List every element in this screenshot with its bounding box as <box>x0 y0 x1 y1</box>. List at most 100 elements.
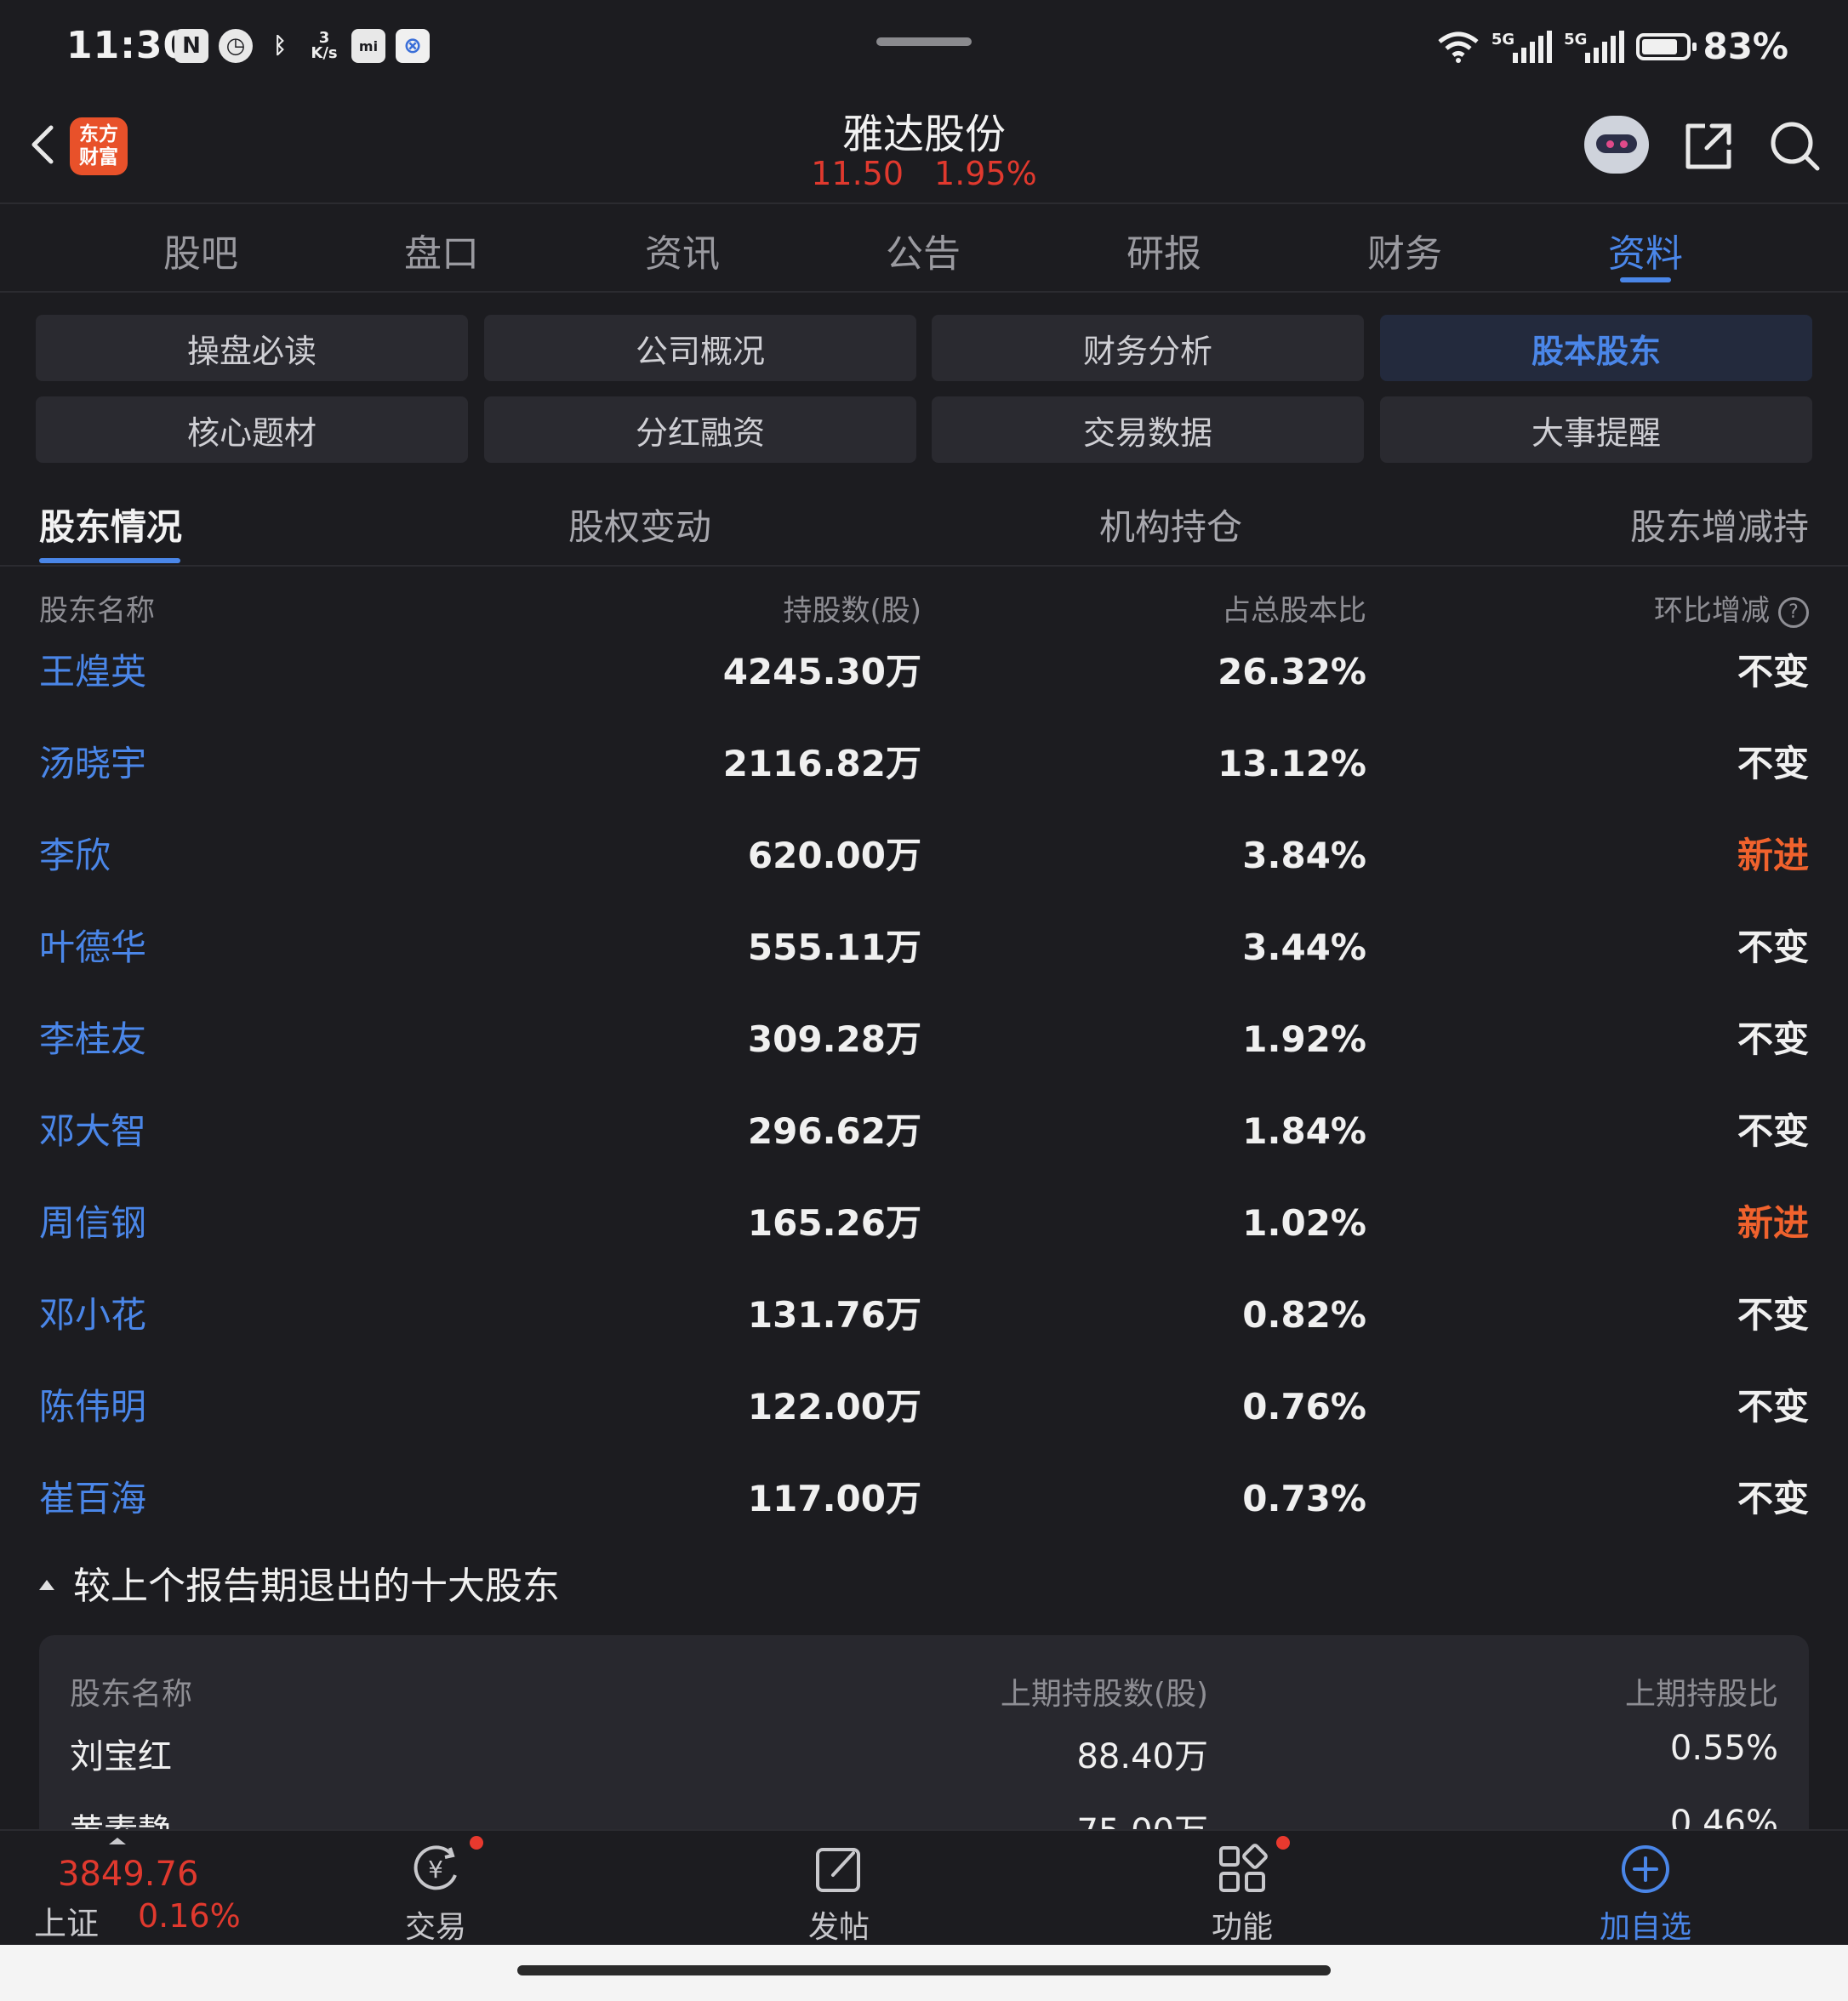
change-status: 新进 <box>1737 1202 1809 1244</box>
mi-icon: mi <box>351 29 385 63</box>
shares-value: 309.28万 <box>747 1018 921 1060</box>
shares-value: 620.00万 <box>747 835 921 876</box>
tab-guba[interactable]: 股吧 <box>116 223 286 277</box>
shareholder-name[interactable]: 邓小花 <box>39 1290 146 1341</box>
table-row[interactable]: 汤晓宇 2116.82万 13.12% 不变 <box>0 738 1848 830</box>
shares-value: 122.00万 <box>747 1386 921 1428</box>
tab-pankou[interactable]: 盘口 <box>356 223 527 277</box>
nav-functions[interactable]: 功能 <box>1157 1831 1327 1947</box>
help-icon[interactable]: ? <box>1778 596 1809 628</box>
shareholder-name[interactable]: 陈伟明 <box>39 1382 146 1433</box>
shares-value: 4245.30万 <box>722 651 921 693</box>
ratio-value: 26.32% <box>1218 651 1366 693</box>
stock-name: 雅达股份 <box>841 111 1006 158</box>
tab-news[interactable]: 资讯 <box>597 223 767 277</box>
battery-icon <box>1636 32 1697 60</box>
change-status: 不变 <box>1737 743 1809 784</box>
battery-percent: 83% <box>1703 26 1788 67</box>
ratio-value: 0.73% <box>1242 1478 1366 1519</box>
shareholder-name[interactable]: 王煌英 <box>39 647 146 698</box>
section-tab-indicator <box>39 558 180 563</box>
col-header-change: 环比增减? <box>1654 587 1809 629</box>
shareholder-name[interactable]: 汤晓宇 <box>39 738 146 790</box>
section-tab-holding-changes[interactable]: 股东增减持 <box>1630 499 1809 550</box>
wifi-icon <box>1438 31 1479 63</box>
notification-dot <box>1276 1836 1290 1850</box>
add-circle-icon <box>1622 1845 1669 1893</box>
nav-add-watchlist[interactable]: 加自选 <box>1560 1831 1731 1947</box>
sub-button-trading-guide[interactable]: 操盘必读 <box>36 315 468 381</box>
index-name: 上证 <box>34 1905 100 1942</box>
shareholder-name[interactable]: 叶德华 <box>39 922 146 973</box>
sub-button-events[interactable]: 大事提醒 <box>1380 396 1812 463</box>
table-row[interactable]: 邓小花 131.76万 0.82% 不变 <box>0 1290 1848 1382</box>
ratio-value: 1.92% <box>1242 1018 1366 1060</box>
shareholder-name[interactable]: 周信钢 <box>39 1198 146 1249</box>
sub-button-core-themes[interactable]: 核心题材 <box>36 396 468 463</box>
stock-change: 1.95% <box>934 155 1037 192</box>
home-gesture-bar[interactable] <box>517 1965 1331 1975</box>
exited-header-name: 股东名称 <box>70 1677 193 1712</box>
tab-profile[interactable]: 资料 <box>1560 223 1731 277</box>
status-time: 11:30 <box>66 24 191 67</box>
tab-announcements[interactable]: 公告 <box>838 223 1008 277</box>
section-tab-institutions[interactable]: 机构持仓 <box>1099 499 1242 550</box>
sub-button-shareholders[interactable]: 股本股东 <box>1380 315 1812 381</box>
trade-icon: ¥ <box>414 1845 457 1890</box>
table-row[interactable]: 叶德华 555.11万 3.44% 不变 <box>0 922 1848 1014</box>
shareholder-name[interactable]: 邓大智 <box>39 1106 146 1157</box>
table-row[interactable]: 李欣 620.00万 3.84% 新进 <box>0 830 1848 922</box>
section-tab-equity-changes[interactable]: 股权变动 <box>568 499 711 550</box>
change-status: 不变 <box>1737 1478 1809 1519</box>
stock-price: 11.50 <box>811 155 904 192</box>
change-status: 不变 <box>1737 926 1809 968</box>
shareholder-name[interactable]: 李欣 <box>39 830 111 881</box>
svg-text:¥: ¥ <box>428 1856 443 1884</box>
sub-button-company-overview[interactable]: 公司概况 <box>484 315 916 381</box>
nav-trade[interactable]: ¥ 交易 <box>351 1831 521 1947</box>
exited-header-shares: 上期持股数(股) <box>1000 1677 1208 1712</box>
section-divider <box>0 565 1848 567</box>
main-tabs: 股吧 盘口 资讯 公告 研报 财务 资料 <box>0 204 1848 289</box>
active-tab-indicator <box>1620 277 1671 282</box>
shares-value: 131.76万 <box>747 1294 921 1336</box>
grid-icon <box>1219 1844 1268 1892</box>
sub-button-dividends[interactable]: 分红融资 <box>484 396 916 463</box>
notch-pill <box>876 37 972 46</box>
index-change: 0.16% <box>138 1897 241 1935</box>
app-icon: ⊗ <box>396 29 430 63</box>
table-row[interactable]: 李桂友 309.28万 1.92% 不变 <box>0 1014 1848 1106</box>
section-tab-shareholders[interactable]: 股东情况 <box>39 499 182 550</box>
col-header-shares: 持股数(股) <box>783 594 921 628</box>
ratio-value: 13.12% <box>1218 743 1366 784</box>
ratio-value: 3.84% <box>1242 835 1366 876</box>
shareholder-name[interactable]: 李桂友 <box>39 1014 146 1065</box>
bluetooth-icon: ᛒ <box>273 33 287 59</box>
col-header-pct: 占总股本比 <box>1222 594 1366 628</box>
table-row[interactable]: 邓大智 296.62万 1.84% 不变 <box>0 1106 1848 1198</box>
exited-card: 股东名称 上期持股数(股) 上期持股比 刘宝红 88.40万 0.55% 黄素静… <box>39 1635 1809 1856</box>
status-right-icons: 5G 5G 83% <box>1437 26 1788 67</box>
alarm-icon: ◷ <box>219 29 253 63</box>
sub-button-trading-data[interactable]: 交易数据 <box>932 396 1364 463</box>
tab-research[interactable]: 研报 <box>1079 223 1249 277</box>
shares-value: 165.26万 <box>747 1202 921 1244</box>
bottom-bar: 3849.76 上证 0.16% ¥ 交易 发帖 功能 加自选 <box>0 1829 1848 1947</box>
nav-post[interactable]: 发帖 <box>754 1831 924 1947</box>
status-left-icons: N ◷ ᛒ 3 K/s mi ⊗ <box>174 29 430 63</box>
stock-quote: 11.50 1.95% <box>0 155 1848 192</box>
tab-finance[interactable]: 财务 <box>1320 223 1490 277</box>
table-row[interactable]: 崔百海 117.00万 0.73% 不变 <box>0 1474 1848 1565</box>
shareholder-name[interactable]: 崔百海 <box>39 1474 146 1525</box>
edit-icon <box>816 1848 860 1892</box>
robot-icon[interactable] <box>1584 116 1649 174</box>
share-icon[interactable] <box>1681 119 1736 174</box>
exited-toggle[interactable]: 较上个报告期退出的十大股东 <box>39 1555 560 1610</box>
table-row[interactable]: 周信钢 165.26万 1.02% 新进 <box>0 1198 1848 1290</box>
table-row[interactable]: 陈伟明 122.00万 0.76% 不变 <box>0 1382 1848 1474</box>
signal-icon: 5G <box>1564 30 1625 63</box>
status-bar: 11:30 N ◷ ᛒ 3 K/s mi ⊗ 5G 5G 83% <box>0 0 1848 100</box>
table-row[interactable]: 王煌英 4245.30万 26.32% 不变 <box>0 647 1848 738</box>
search-icon[interactable] <box>1768 119 1822 174</box>
sub-button-financial-analysis[interactable]: 财务分析 <box>932 315 1364 381</box>
